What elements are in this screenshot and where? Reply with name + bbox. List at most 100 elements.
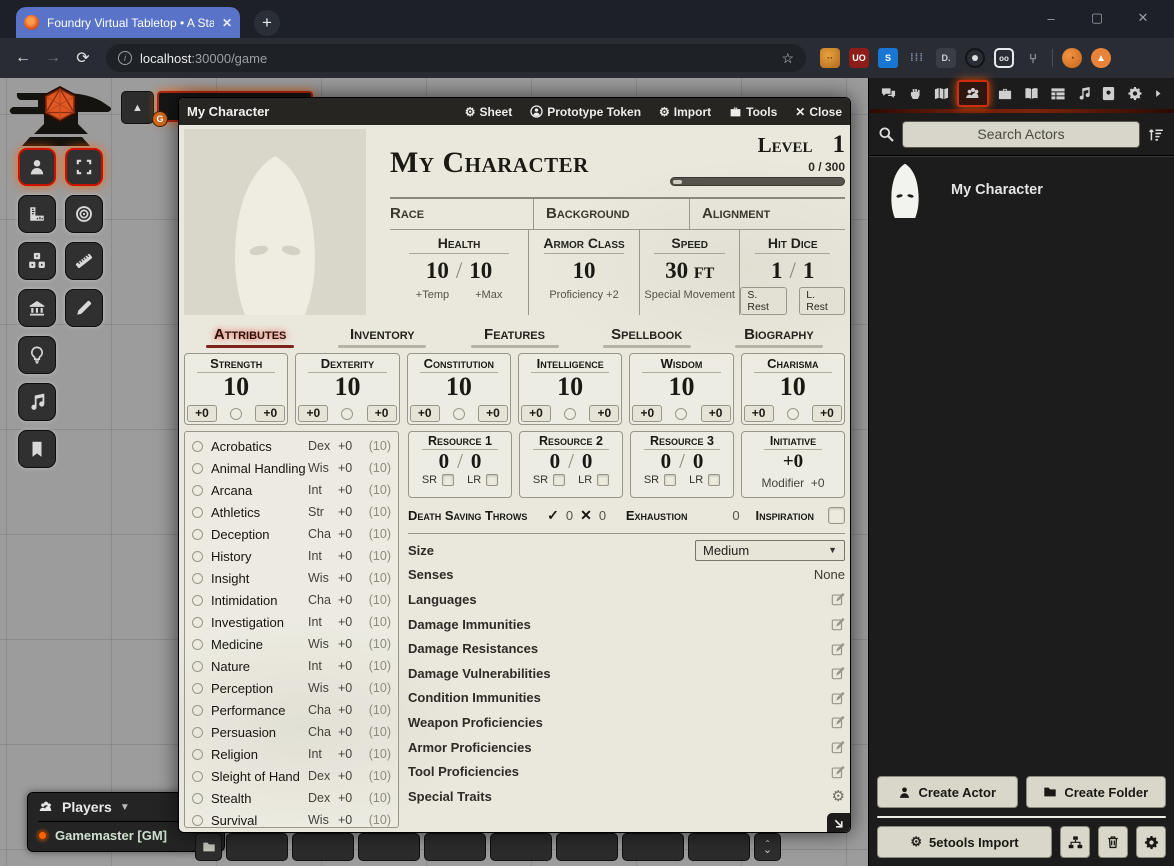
skill-row[interactable]: Animal Handling Wis +0 (10) [192, 457, 391, 479]
save-proficiency-radio[interactable] [675, 408, 687, 420]
ability-mod[interactable]: +0 [632, 405, 662, 422]
edit-icon[interactable] [831, 642, 845, 656]
compendium-tab[interactable] [1098, 83, 1119, 104]
resource-label[interactable]: Resource 3 [644, 434, 720, 450]
resource-label[interactable]: Resource 2 [533, 434, 609, 450]
ext-cookie-icon[interactable]: ·· [820, 48, 840, 68]
lr-checkbox[interactable] [597, 474, 609, 486]
skill-row[interactable]: Arcana Int +0 (10) [192, 479, 391, 501]
new-tab-button[interactable]: + [254, 10, 280, 36]
chat-tab[interactable] [877, 83, 900, 104]
skill-name[interactable]: Animal Handling [211, 461, 308, 476]
edit-icon[interactable] [831, 691, 845, 705]
actors-tab[interactable] [957, 80, 989, 107]
journal-tab[interactable] [1020, 83, 1043, 104]
walls-tool-button[interactable] [18, 289, 56, 327]
trait-row[interactable]: Languages [408, 587, 845, 612]
folder-tree-button[interactable] [1060, 826, 1090, 858]
playlists-tab[interactable] [1074, 83, 1094, 104]
resource-max[interactable]: 0 [582, 450, 593, 473]
skill-proficiency-radio[interactable] [192, 441, 203, 452]
skill-name[interactable]: Survival [211, 813, 308, 828]
window-minimize-button[interactable]: – [1028, 11, 1074, 26]
hp-max[interactable]: 10 [469, 258, 492, 284]
resource-box[interactable]: Resource 3 0/0 SR LR [630, 431, 734, 498]
create-folder-button[interactable]: Create Folder [1026, 776, 1167, 808]
trait-row[interactable]: Armor Proficiencies [408, 735, 845, 760]
skill-name[interactable]: Perception [211, 681, 308, 696]
scenes-tab[interactable] [930, 83, 953, 104]
skill-name[interactable]: Intimidation [211, 593, 308, 608]
ability-block[interactable]: Charisma 10 +0 +0 [741, 353, 845, 425]
sr-checkbox[interactable] [664, 474, 676, 486]
trait-row[interactable]: Damage Immunities [408, 612, 845, 637]
ability-block[interactable]: Dexterity 10 +0 +0 [295, 353, 399, 425]
skill-proficiency-radio[interactable] [192, 573, 203, 584]
actor-name[interactable]: My Character [951, 182, 1043, 198]
skill-row[interactable]: Athletics Str +0 (10) [192, 501, 391, 523]
hp-current[interactable]: 10 [426, 258, 449, 284]
skill-row[interactable]: Survival Wis +0 (10) [192, 809, 391, 831]
resource-box[interactable]: Resource 2 0/0 SR LR [519, 431, 623, 498]
sounds-tool-button[interactable] [18, 383, 56, 421]
skill-row[interactable]: Acrobatics Dex +0 (10) [192, 435, 391, 457]
ability-save[interactable]: +0 [812, 405, 842, 422]
sort-icon[interactable] [1148, 126, 1165, 143]
skill-name[interactable]: Nature [211, 659, 308, 674]
size-select[interactable]: Medium▼ [695, 540, 845, 561]
resource-max[interactable]: 0 [693, 450, 704, 473]
edit-icon[interactable] [831, 740, 845, 754]
skill-proficiency-radio[interactable] [192, 485, 203, 496]
skill-proficiency-radio[interactable] [192, 705, 203, 716]
skill-row[interactable]: Insight Wis +0 (10) [192, 567, 391, 589]
edit-icon[interactable] [831, 617, 845, 631]
save-proficiency-radio[interactable] [341, 408, 353, 420]
nav-collapse-button[interactable]: ▲ [121, 91, 154, 124]
death-failure-icon[interactable]: ✕ [580, 507, 592, 524]
tiles-tool-button[interactable] [18, 242, 56, 280]
skill-proficiency-radio[interactable] [192, 749, 203, 760]
death-failure-count[interactable]: 0 [599, 508, 606, 523]
trait-row[interactable]: Tool Proficiencies [408, 759, 845, 784]
ext-d-icon[interactable]: D. [936, 48, 956, 68]
ability-mod[interactable]: +0 [521, 405, 551, 422]
ext-robot-icon[interactable]: oo [994, 48, 1014, 68]
macro-slot[interactable] [622, 833, 684, 861]
ability-score[interactable]: 10 [296, 373, 398, 401]
window-maximize-button[interactable]: ▢ [1074, 10, 1120, 26]
ability-mod[interactable]: +0 [298, 405, 328, 422]
save-proficiency-radio[interactable] [564, 408, 576, 420]
senses-row[interactable]: Senses None [408, 563, 845, 588]
skill-proficiency-radio[interactable] [192, 639, 203, 650]
resource-value[interactable]: 0 [439, 450, 450, 473]
skill-proficiency-radio[interactable] [192, 661, 203, 672]
death-success-icon[interactable]: ✓ [547, 507, 559, 524]
edit-icon[interactable] [831, 765, 845, 779]
ability-block[interactable]: Wisdom 10 +0 +0 [629, 353, 733, 425]
skill-proficiency-radio[interactable] [192, 771, 203, 782]
ability-save[interactable]: +0 [478, 405, 508, 422]
macro-slot[interactable] [556, 833, 618, 861]
skill-name[interactable]: Acrobatics [211, 439, 308, 454]
skill-name[interactable]: Persuasion [211, 725, 308, 740]
skill-proficiency-radio[interactable] [192, 727, 203, 738]
trait-row[interactable]: Weapon Proficiencies [408, 710, 845, 735]
target-tool-button[interactable] [65, 195, 103, 233]
5etools-import-button[interactable]: ⚙ 5etools Import [877, 826, 1052, 858]
ability-score[interactable]: 10 [408, 373, 510, 401]
tab-features[interactable]: Features [448, 318, 580, 348]
window-close-button[interactable]: ✕ [1120, 10, 1166, 26]
search-input[interactable] [902, 121, 1140, 148]
skill-row[interactable]: Nature Int +0 (10) [192, 655, 391, 677]
ext-grid-icon[interactable]: ⁞⁞⁞ [907, 48, 927, 68]
ability-mod[interactable]: +0 [744, 405, 774, 422]
ac-value[interactable]: 10 [573, 258, 596, 284]
special-traits-gear-icon[interactable]: ⚙ [832, 787, 845, 805]
long-rest-button[interactable]: L. Rest [799, 287, 845, 315]
skill-row[interactable]: Sleight of Hand Dex +0 (10) [192, 765, 391, 787]
ability-score[interactable]: 10 [519, 373, 621, 401]
browser-tab[interactable]: Foundry Virtual Tabletop • A Stan ✕ [16, 7, 240, 38]
site-info-icon[interactable]: i [118, 51, 132, 65]
speed-value[interactable]: 30 ft [665, 258, 714, 284]
skill-name[interactable]: Medicine [211, 637, 308, 652]
